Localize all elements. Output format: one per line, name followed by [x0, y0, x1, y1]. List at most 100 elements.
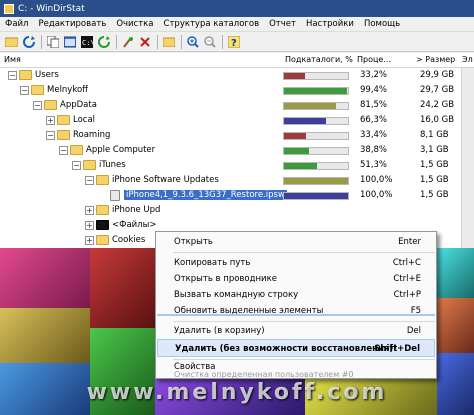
ctx-label: Удалить (в корзину) [174, 326, 265, 336]
column-percent[interactable]: Проце... [357, 55, 391, 64]
properties-icon[interactable] [161, 34, 176, 49]
menu-bar: Файл Редактировать Очистка Структура кат… [0, 17, 474, 32]
toolbar-separator [222, 34, 223, 49]
tree-scrollbar[interactable] [461, 68, 474, 248]
tree-row[interactable]: − Users 33,2% 29,9 GB [0, 68, 474, 83]
tree-row[interactable]: + Local 66,3% 16,0 GB [0, 113, 474, 128]
watermark: www.melnykoff.com [86, 380, 388, 405]
folder-icon [96, 205, 109, 215]
collapse-icon[interactable]: − [33, 101, 42, 110]
column-subtree[interactable]: Подкаталоги, % [285, 55, 353, 64]
collapse-icon[interactable]: − [72, 161, 81, 170]
tree-row-name: iTunes [99, 160, 126, 170]
tree-row-percent: 99,4% [360, 85, 388, 95]
column-header: Имя Подкаталоги, % Проце... > Размер Эл [0, 53, 474, 68]
tree-row-size: 8,1 GB [420, 130, 449, 140]
open-icon[interactable] [4, 34, 19, 49]
subtree-bar-fill [284, 103, 337, 109]
subtree-bar-fill [284, 118, 327, 124]
menu-cleanup[interactable]: Очистка [111, 19, 158, 29]
treemap-block[interactable] [0, 248, 90, 308]
ctx-user-cleanup: Очистка определенная пользователем #0 [157, 370, 435, 380]
tree-row-size: 1,5 GB [420, 190, 449, 200]
ctx-label: Очистка определенная пользователем #0 [174, 370, 354, 379]
ctx-delete-recycle[interactable]: Удалить (в корзину) Del [157, 323, 435, 339]
cmd-icon[interactable]: C:\ [79, 34, 94, 49]
ctx-spacer [157, 314, 435, 316]
column-items[interactable]: Эл [462, 55, 473, 64]
file-icon [110, 190, 120, 201]
ctx-separator [173, 252, 435, 253]
tree-row-size: 1,5 GB [420, 175, 449, 185]
tree-row-percent: 100,0% [360, 175, 393, 185]
treemap-block[interactable] [90, 248, 155, 328]
tree-row-percent: 33,2% [360, 70, 388, 80]
tree-row-selected[interactable]: iPhone4,1_9.3.6_13G37_Restore.ipsw 100,0… [0, 188, 474, 203]
help-icon[interactable]: ? [226, 34, 241, 49]
tree-row-percent: 38,8% [360, 145, 388, 155]
collapse-icon[interactable]: − [85, 176, 94, 185]
ctx-label: Открыть [174, 237, 213, 247]
title-bar: C: - WinDirStat [0, 0, 474, 17]
collapse-icon[interactable]: − [46, 131, 55, 140]
tree-row[interactable]: − iPhone Software Updates 100,0% 1,5 GB [0, 173, 474, 188]
tree-row-name: Apple Computer [86, 145, 156, 155]
expand-icon[interactable]: + [46, 116, 55, 125]
ctx-delete-permanent[interactable]: Удалить (без возможности восстановления)… [157, 339, 435, 357]
tree-row-name: Cookies [112, 235, 146, 245]
tree-row[interactable]: − Apple Computer 38,8% 3,1 GB [0, 143, 474, 158]
ctx-label: Удалить (без возможности восстановления)… [175, 344, 398, 354]
menu-help[interactable]: Помощь [359, 19, 405, 29]
collapse-icon[interactable]: − [20, 86, 29, 95]
treemap-block[interactable] [0, 308, 90, 363]
delete-icon[interactable] [137, 34, 152, 49]
subtree-bar-fill [284, 148, 309, 154]
menu-report[interactable]: Отчет [264, 19, 301, 29]
refresh-icon[interactable] [21, 34, 36, 49]
tree-row-name: iPhone4,1_9.3.6_13G37_Restore.ipsw [124, 190, 287, 200]
ctx-refresh-selected[interactable]: Обновить выделенные элементы F5 [157, 302, 435, 320]
treemap-block[interactable] [437, 248, 474, 298]
ctx-open[interactable]: Открыть Enter [157, 233, 435, 251]
tree-row[interactable]: − AppData 81,5% 24,2 GB [0, 98, 474, 113]
expand-icon[interactable]: + [85, 236, 94, 245]
tree-row-name: AppData [60, 100, 97, 110]
directory-tree[interactable]: − Users 33,2% 29,9 GB − Melnykoff 99,4% … [0, 68, 474, 248]
menu-options[interactable]: Настройки [301, 19, 359, 29]
context-menu: Открыть Enter Копировать путь Ctrl+C Отк… [155, 231, 437, 379]
subtree-bar-fill [284, 73, 306, 79]
tree-row-name: Roaming [73, 130, 111, 140]
subtree-bar-fill [284, 178, 348, 184]
tree-row-size: 29,9 GB [420, 70, 455, 80]
ctx-label: Копировать путь [174, 258, 251, 268]
explorer-icon[interactable] [62, 34, 77, 49]
ctx-label: Открыть в проводнике [174, 274, 277, 284]
collapse-icon[interactable]: − [8, 71, 17, 80]
subtree-bar [283, 162, 349, 170]
refresh-all-icon[interactable] [96, 34, 111, 49]
toolbar-separator [41, 34, 42, 49]
subtree-bar [283, 147, 349, 155]
column-name[interactable]: Имя [4, 55, 21, 64]
menu-edit[interactable]: Редактировать [33, 19, 111, 29]
expand-icon[interactable]: + [85, 206, 94, 215]
menu-treemap[interactable]: Структура каталогов [159, 19, 265, 29]
subtree-bar [283, 117, 349, 125]
menu-file[interactable]: Файл [0, 19, 33, 29]
subtree-bar [283, 72, 349, 80]
expand-icon[interactable]: + [85, 221, 94, 230]
tree-row-size: 29,7 GB [420, 85, 455, 95]
tree-row[interactable]: + iPhone Upd [0, 203, 474, 218]
svg-text:C:\: C:\ [82, 39, 93, 47]
tree-row[interactable]: − Roaming 33,4% 8,1 GB [0, 128, 474, 143]
collapse-icon[interactable]: − [59, 146, 68, 155]
column-size[interactable]: > Размер [416, 55, 455, 64]
tree-row[interactable]: − iTunes 51,3% 1,5 GB [0, 158, 474, 173]
zoom-in-icon[interactable] [185, 34, 200, 49]
treemap-block[interactable] [437, 298, 474, 353]
copy-icon[interactable] [45, 34, 60, 49]
zoom-out-icon[interactable] [202, 34, 217, 49]
folder-icon [96, 235, 109, 245]
cleanup-icon[interactable] [120, 34, 135, 49]
tree-row[interactable]: − Melnykoff 99,4% 29,7 GB [0, 83, 474, 98]
